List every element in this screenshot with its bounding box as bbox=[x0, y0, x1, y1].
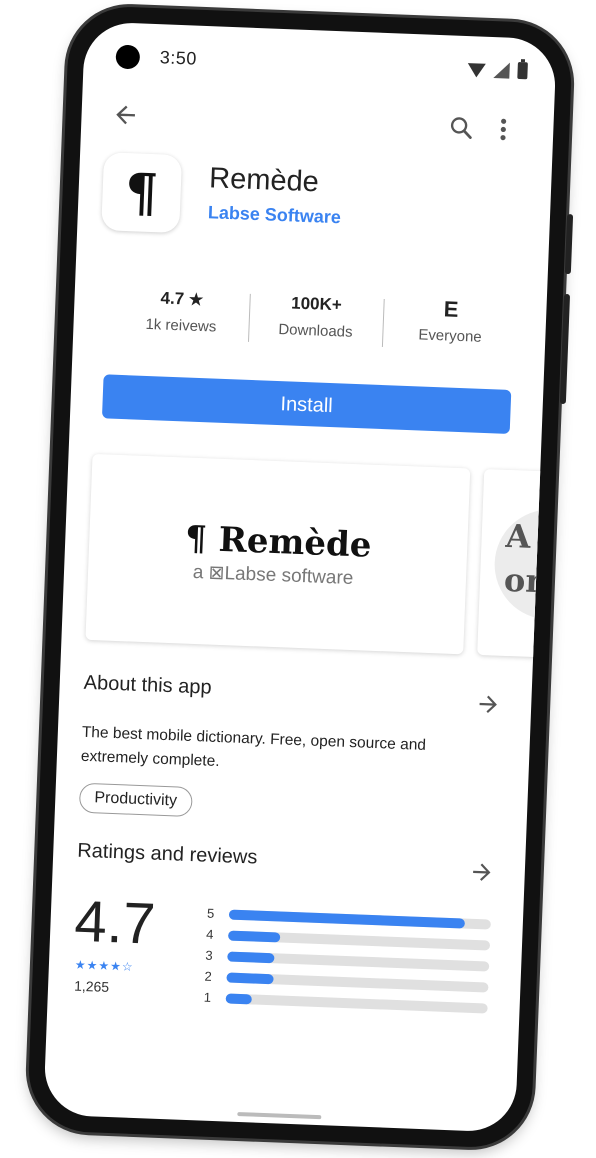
rating-stars-icon: ★★★★☆ bbox=[74, 957, 134, 974]
screenshot-subtitle: a ⊠Labse software bbox=[192, 561, 354, 589]
rating-bar-label: 2 bbox=[204, 968, 213, 984]
rating-bar-label: 1 bbox=[203, 989, 212, 1005]
screenshot-card[interactable]: ¶ Remède a ⊠Labse software bbox=[85, 453, 471, 655]
back-arrow-icon[interactable] bbox=[111, 100, 140, 129]
downloads-label: Downloads bbox=[278, 320, 353, 341]
rating-value: 4.7 bbox=[160, 288, 185, 309]
rating-bar-label: 5 bbox=[206, 905, 215, 921]
rating-score: 4.7 bbox=[73, 888, 157, 957]
stat-rating: 4.7 ★ 1k reivews bbox=[112, 285, 249, 360]
home-indicator[interactable] bbox=[237, 1111, 322, 1120]
install-button[interactable]: Install bbox=[101, 374, 512, 434]
signal-icon bbox=[493, 62, 510, 79]
stat-downloads: 100K+ Downloads bbox=[247, 290, 384, 365]
app-title: Remède bbox=[208, 162, 320, 199]
ratings-section: Ratings and reviews 4.7 ★★★★☆ 1,265 5 4 3 2… bbox=[73, 839, 502, 1014]
rating-bar-label: 4 bbox=[205, 926, 214, 942]
rating-bar-track bbox=[225, 992, 488, 1014]
rating-label: 1k reivews bbox=[145, 315, 217, 336]
about-description: The best mobile dictionary. Free, open s… bbox=[80, 723, 427, 771]
review-count: 1,265 bbox=[73, 977, 110, 995]
camera-hole bbox=[115, 44, 141, 70]
app-bar bbox=[81, 85, 555, 159]
rating-bar-fill bbox=[226, 971, 274, 984]
about-section: About this app The best mobile dictionar… bbox=[78, 671, 508, 829]
ratings-title: Ratings and reviews bbox=[76, 839, 258, 869]
downloads-value: 100K+ bbox=[290, 293, 343, 315]
about-title: About this app bbox=[83, 671, 212, 699]
app-header: ¶ Remède Labse Software bbox=[100, 152, 532, 268]
rating-bar-label: 3 bbox=[205, 947, 213, 963]
app-stats: 4.7 ★ 1k reivews 100K+ Downloads E Every… bbox=[112, 285, 518, 370]
content-rating-label: Everyone bbox=[418, 326, 483, 346]
search-icon[interactable] bbox=[447, 113, 476, 142]
rating-distribution: 5 4 3 2 1 bbox=[203, 903, 492, 1019]
rating-bar-fill bbox=[225, 992, 253, 1004]
more-options-icon[interactable] bbox=[495, 115, 512, 144]
wifi-icon bbox=[467, 63, 486, 78]
screenshot-gallery[interactable]: ¶ Remède a ⊠Labse software A m one bbox=[61, 453, 557, 661]
ratings-arrow-icon[interactable] bbox=[468, 859, 495, 886]
status-icons bbox=[467, 60, 528, 80]
about-arrow-icon[interactable] bbox=[475, 691, 502, 718]
battery-icon bbox=[517, 61, 528, 80]
rating-bar-fill bbox=[227, 950, 275, 963]
screen: 3:50 ¶ Remède Labse Software 4.7 ★ 1k re… bbox=[43, 21, 557, 1133]
rating-bar-fill bbox=[228, 930, 281, 943]
star-icon: ★ bbox=[188, 291, 204, 310]
category-chip[interactable]: Productivity bbox=[78, 782, 193, 818]
screenshot-brand: ¶ Remède bbox=[184, 518, 373, 566]
phone-frame: 3:50 ¶ Remède Labse Software 4.7 ★ 1k re… bbox=[26, 4, 574, 1150]
stat-content-rating: E Everyone bbox=[382, 295, 519, 370]
app-icon: ¶ bbox=[101, 152, 183, 234]
volume-button bbox=[564, 213, 574, 275]
developer-link[interactable]: Labse Software bbox=[208, 202, 342, 228]
status-time: 3:50 bbox=[159, 47, 198, 69]
content-rating-icon: E bbox=[443, 296, 459, 322]
